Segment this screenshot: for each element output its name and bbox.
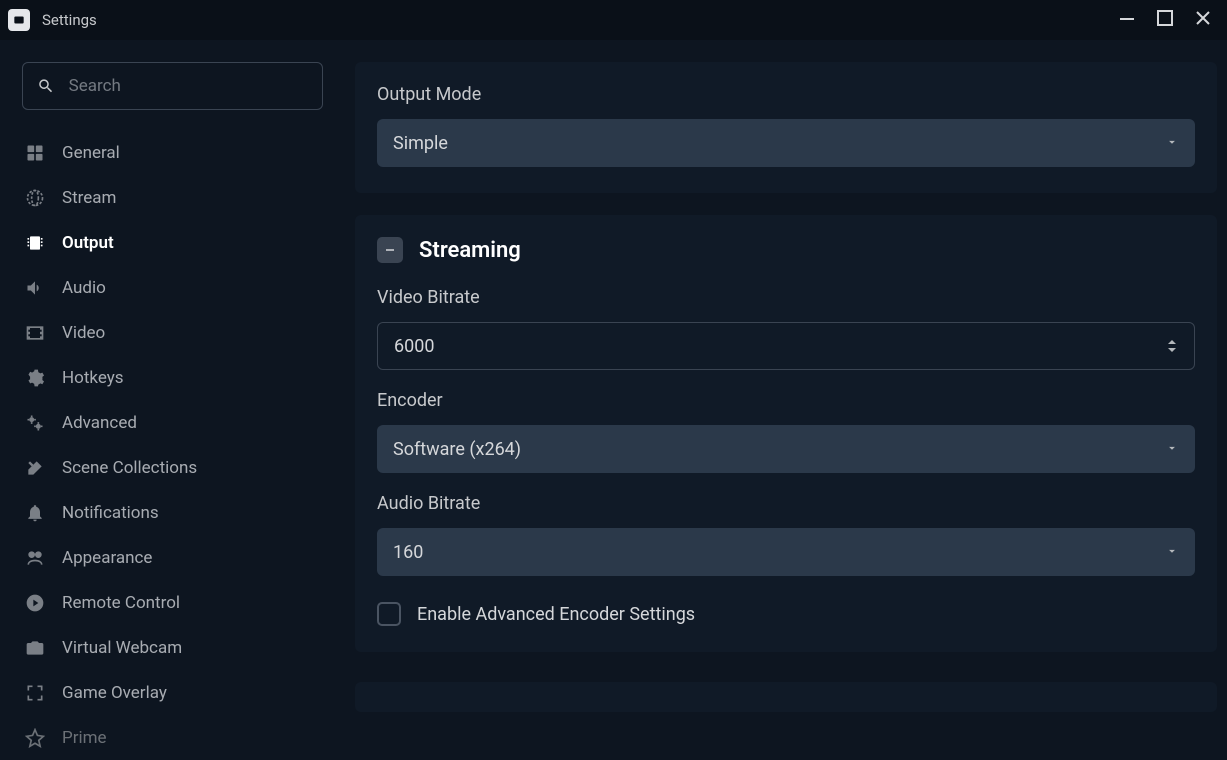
search-input[interactable] — [22, 62, 323, 110]
chevron-down-icon — [1165, 133, 1179, 154]
bell-icon — [22, 500, 48, 526]
gear-icon — [22, 365, 48, 391]
sidebar: General Stream Output Audio Video Hotkey… — [0, 40, 345, 746]
chip-icon — [22, 230, 48, 256]
chevron-down-icon — [1165, 439, 1179, 460]
sidebar-item-virtual-webcam[interactable]: Virtual Webcam — [14, 625, 331, 670]
select-value: 160 — [393, 542, 423, 563]
sidebar-item-label: General — [62, 143, 120, 163]
sidebar-item-hotkeys[interactable]: Hotkeys — [14, 355, 331, 400]
star-icon — [22, 725, 48, 751]
sidebar-nav: General Stream Output Audio Video Hotkey… — [14, 130, 331, 760]
expand-icon — [22, 680, 48, 706]
grid-icon — [22, 140, 48, 166]
sidebar-item-label: Game Overlay — [62, 683, 167, 703]
sidebar-item-label: Remote Control — [62, 593, 180, 613]
globe-icon — [22, 185, 48, 211]
sidebar-item-notifications[interactable]: Notifications — [14, 490, 331, 535]
appearance-icon — [22, 545, 48, 571]
select-value: Software (x264) — [393, 439, 521, 460]
sidebar-item-appearance[interactable]: Appearance — [14, 535, 331, 580]
gears-icon — [22, 410, 48, 436]
sidebar-item-label: Hotkeys — [62, 368, 124, 388]
sidebar-item-audio[interactable]: Audio — [14, 265, 331, 310]
output-mode-select[interactable]: Simple — [377, 119, 1195, 167]
app-icon — [8, 9, 30, 31]
tools-icon — [22, 455, 48, 481]
enable-advanced-checkbox[interactable] — [377, 602, 401, 626]
sidebar-item-output[interactable]: Output — [14, 220, 331, 265]
output-mode-label: Output Mode — [377, 84, 1195, 105]
sidebar-item-label: Stream — [62, 188, 116, 208]
chevron-down-icon — [1165, 542, 1179, 563]
sidebar-item-label: Advanced — [62, 413, 137, 433]
search-field[interactable] — [69, 76, 308, 96]
next-panel-stub — [355, 682, 1217, 712]
sidebar-item-game-overlay[interactable]: Game Overlay — [14, 670, 331, 715]
sidebar-item-label: Notifications — [62, 503, 159, 523]
step-down-icon[interactable] — [1166, 346, 1178, 354]
streaming-title: Streaming — [419, 238, 521, 263]
sidebar-item-label: Video — [62, 323, 105, 343]
close-button[interactable] — [1195, 10, 1211, 30]
sidebar-item-advanced[interactable]: Advanced — [14, 400, 331, 445]
sidebar-item-scene-collections[interactable]: Scene Collections — [14, 445, 331, 490]
enable-advanced-label: Enable Advanced Encoder Settings — [417, 604, 695, 625]
sidebar-item-video[interactable]: Video — [14, 310, 331, 355]
streaming-panel: Streaming Video Bitrate 6000 Encoder Sof… — [355, 215, 1217, 652]
audio-bitrate-label: Audio Bitrate — [377, 493, 1195, 514]
maximize-button[interactable] — [1157, 10, 1173, 30]
video-bitrate-input[interactable]: 6000 — [377, 322, 1195, 370]
sidebar-item-label: Appearance — [62, 548, 152, 568]
camera-icon — [22, 635, 48, 661]
sidebar-item-label: Audio — [62, 278, 106, 298]
sidebar-item-prime[interactable]: Prime — [14, 715, 331, 760]
sidebar-item-label: Prime — [62, 728, 107, 748]
output-mode-panel: Output Mode Simple — [355, 62, 1217, 193]
select-value: Simple — [393, 133, 448, 154]
minimize-button[interactable] — [1119, 10, 1135, 30]
sidebar-item-label: Scene Collections — [62, 458, 197, 478]
encoder-select[interactable]: Software (x264) — [377, 425, 1195, 473]
encoder-label: Encoder — [377, 390, 1195, 411]
sidebar-item-label: Output — [62, 233, 114, 253]
collapse-button[interactable] — [377, 237, 403, 263]
numeric-value: 6000 — [394, 336, 434, 357]
window-title: Settings — [42, 11, 97, 29]
main-content: Output Mode Simple Streaming Video Bitra… — [345, 40, 1227, 746]
titlebar: Settings — [0, 0, 1227, 40]
play-circle-icon — [22, 590, 48, 616]
sidebar-item-remote-control[interactable]: Remote Control — [14, 580, 331, 625]
sidebar-item-label: Virtual Webcam — [62, 638, 182, 658]
audio-bitrate-select[interactable]: 160 — [377, 528, 1195, 576]
speaker-icon — [22, 275, 48, 301]
step-up-icon[interactable] — [1166, 338, 1178, 346]
sidebar-item-general[interactable]: General — [14, 130, 331, 175]
sidebar-item-stream[interactable]: Stream — [14, 175, 331, 220]
film-icon — [22, 320, 48, 346]
video-bitrate-label: Video Bitrate — [377, 287, 1195, 308]
